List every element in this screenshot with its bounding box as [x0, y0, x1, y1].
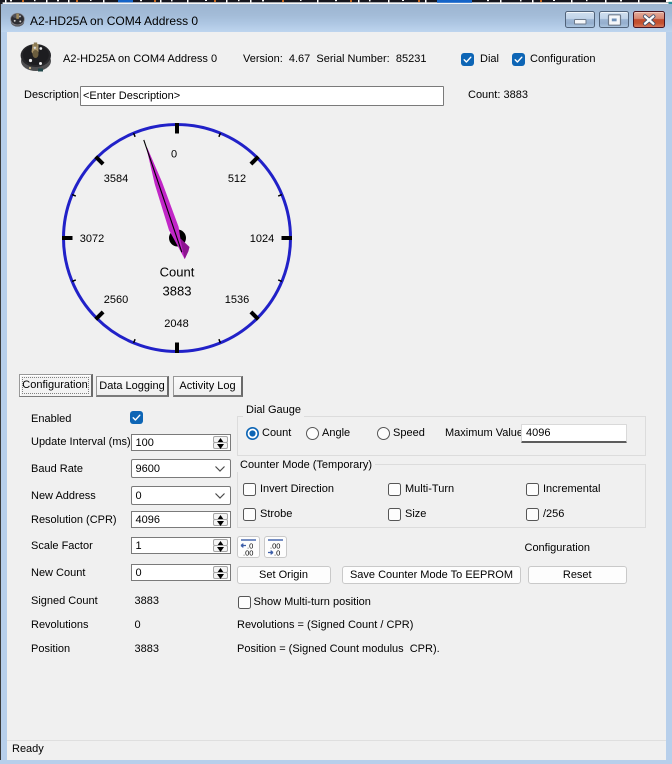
- svg-text:3584: 3584: [104, 173, 128, 185]
- svg-text:.00: .00: [243, 548, 253, 557]
- svg-text:3072: 3072: [80, 233, 104, 245]
- svg-text:512: 512: [228, 173, 246, 185]
- svg-text:.0: .0: [274, 548, 280, 557]
- svg-text:3883: 3883: [163, 284, 192, 299]
- svg-text:2048: 2048: [164, 318, 188, 330]
- svg-text:2560: 2560: [104, 294, 128, 306]
- svg-text:Count: Count: [160, 265, 195, 280]
- svg-text:0: 0: [171, 149, 177, 161]
- svg-text:1024: 1024: [250, 233, 274, 245]
- svg-text:1536: 1536: [225, 294, 249, 306]
